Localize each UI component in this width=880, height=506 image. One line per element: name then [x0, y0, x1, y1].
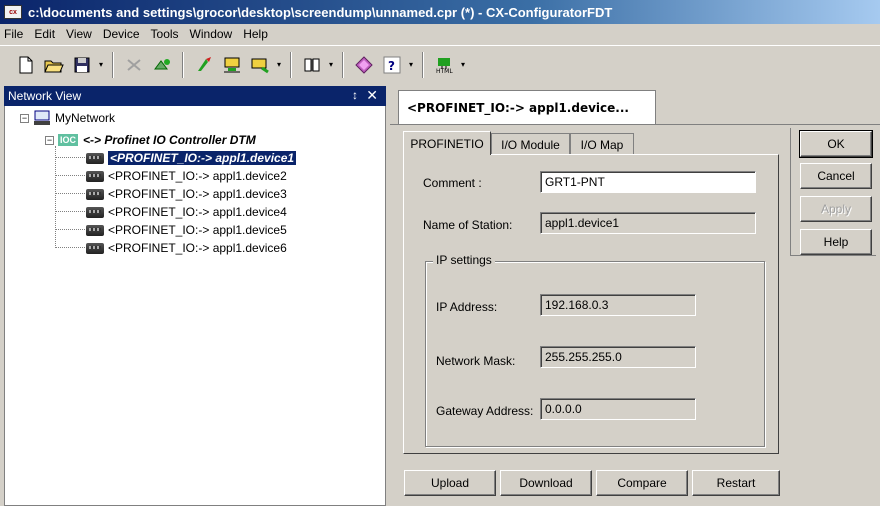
menu-file[interactable]: File [4, 27, 23, 41]
compare-button[interactable]: Compare [596, 470, 688, 496]
tree-item-label: <PROFINET_IO:-> appl1.device1 [106, 150, 298, 166]
device-icon [86, 242, 104, 254]
toolbar-separator [290, 51, 292, 78]
html-icon[interactable]: HTML [433, 54, 455, 76]
title-bar: cx c:\documents and settings\grocor\desk… [0, 0, 880, 24]
collapse-icon[interactable]: − [45, 135, 54, 145]
tree-connector [55, 146, 56, 248]
controller-icon: IOC [58, 134, 79, 146]
tree-item-device[interactable]: <PROFINET_IO:-> appl1.device1 [86, 149, 298, 167]
device-icon [86, 224, 104, 236]
collapse-icon[interactable]: − [20, 113, 29, 123]
toolbar: ▾ ▾ ▾ ? ▾ HTML ▾ [0, 45, 880, 83]
book-dropdown-icon[interactable]: ▾ [326, 60, 336, 69]
tab-profinetio[interactable]: PROFINETIO [403, 131, 491, 155]
toolbar-separator [342, 51, 344, 78]
help-dropdown-icon[interactable]: ▾ [406, 60, 416, 69]
menu-device[interactable]: Device [103, 27, 140, 41]
tab-io-map[interactable]: I/O Map [570, 133, 634, 155]
comment-label: Comment : [423, 176, 482, 190]
tab-io-module[interactable]: I/O Module [491, 133, 570, 155]
book-icon[interactable] [301, 54, 323, 76]
cut-icon [123, 54, 145, 76]
help-icon[interactable]: ? [381, 54, 403, 76]
tree-item-label: <PROFINET_IO:-> appl1.device2 [108, 169, 287, 183]
menu-bar: File Edit View Device Tools Window Help [0, 24, 880, 44]
new-icon[interactable] [15, 54, 37, 76]
menu-edit[interactable]: Edit [34, 27, 55, 41]
document-tab[interactable]: <PROFINET_IO:-> appl1.device... [398, 90, 656, 124]
tree-item-label: <PROFINET_IO:-> appl1.device3 [108, 187, 287, 201]
open-icon[interactable] [43, 54, 65, 76]
tree-item-device[interactable]: <PROFINET_IO:-> appl1.device5 [86, 221, 287, 239]
diamond-icon[interactable] [353, 54, 375, 76]
toolbar-separator [182, 51, 184, 78]
window-title: c:\documents and settings\grocor\desktop… [28, 4, 613, 20]
svg-text:HTML: HTML [436, 68, 453, 74]
menu-help[interactable]: Help [243, 27, 268, 41]
close-icon[interactable]: ✕ [366, 87, 378, 104]
save-icon[interactable] [71, 54, 93, 76]
network-icon[interactable] [221, 54, 243, 76]
device-icon [86, 188, 104, 200]
menu-window[interactable]: Window [190, 27, 233, 41]
tree-connector [55, 157, 85, 158]
html-dropdown-icon[interactable]: ▾ [458, 60, 468, 69]
tree-item-label: MyNetwork [55, 111, 116, 125]
connect-icon[interactable] [193, 54, 215, 76]
tree-connector [55, 229, 85, 230]
ok-button[interactable]: OK [799, 130, 873, 158]
device-icon [86, 152, 104, 164]
apply-button[interactable]: Apply [800, 196, 872, 222]
tree-item-controller[interactable]: − IOC <-> Profinet IO Controller DTM [45, 131, 256, 149]
tree-item-device[interactable]: <PROFINET_IO:-> appl1.device4 [86, 203, 287, 221]
upload-button[interactable]: Upload [404, 470, 496, 496]
device-catalog-icon[interactable] [249, 54, 271, 76]
tree-item-label: <PROFINET_IO:-> appl1.device4 [108, 205, 287, 219]
save-dropdown-icon[interactable]: ▾ [96, 60, 106, 69]
ip-settings-label: IP settings [433, 253, 495, 267]
paste-icon[interactable] [151, 54, 173, 76]
tree-item-label: <-> Profinet IO Controller DTM [83, 133, 256, 147]
device-icon [86, 170, 104, 182]
tree-item-device[interactable]: <PROFINET_IO:-> appl1.device2 [86, 167, 287, 185]
gateway-address-label: Gateway Address: [436, 404, 534, 418]
tree-item-mynetwork[interactable]: − MyNetwork [20, 109, 115, 127]
station-name-label: Name of Station: [423, 218, 513, 232]
restart-button[interactable]: Restart [692, 470, 780, 496]
help-button[interactable]: Help [800, 229, 872, 255]
network-view-header: Network View ↕ ✕ [4, 86, 386, 106]
toolbar-separator [422, 51, 424, 78]
tree-item-label: <PROFINET_IO:-> appl1.device5 [108, 223, 287, 237]
menu-tools[interactable]: Tools [151, 27, 179, 41]
tree-connector [55, 175, 85, 176]
network-mask-label: Network Mask: [436, 354, 516, 368]
tree-connector [55, 247, 85, 248]
catalog-dropdown-icon[interactable]: ▾ [274, 60, 284, 69]
network-view-title: Network View [8, 89, 82, 103]
tree-item-label: <PROFINET_IO:-> appl1.device6 [108, 241, 287, 255]
network-icon [34, 110, 50, 125]
tree-connector [55, 211, 85, 212]
tree-item-device[interactable]: <PROFINET_IO:-> appl1.device3 [86, 185, 287, 203]
tree-connector [55, 193, 85, 194]
gateway-address-field[interactable]: 0.0.0.0 [540, 398, 696, 420]
ip-address-field[interactable]: 192.168.0.3 [540, 294, 696, 316]
comment-field[interactable]: GRT1-PNT [540, 171, 756, 193]
network-mask-field[interactable]: 255.255.255.0 [540, 346, 696, 368]
toolbar-separator [112, 51, 114, 78]
pin-icon[interactable]: ↕ [352, 88, 358, 102]
menu-view[interactable]: View [66, 27, 92, 41]
ip-address-label: IP Address: [436, 300, 498, 314]
tree-item-device[interactable]: <PROFINET_IO:-> appl1.device6 [86, 239, 287, 257]
app-icon: cx [4, 5, 22, 19]
cancel-button[interactable]: Cancel [800, 163, 872, 189]
svg-text:?: ? [388, 59, 395, 73]
download-button[interactable]: Download [500, 470, 592, 496]
device-icon [86, 206, 104, 218]
station-name-field[interactable]: appl1.device1 [540, 212, 756, 234]
